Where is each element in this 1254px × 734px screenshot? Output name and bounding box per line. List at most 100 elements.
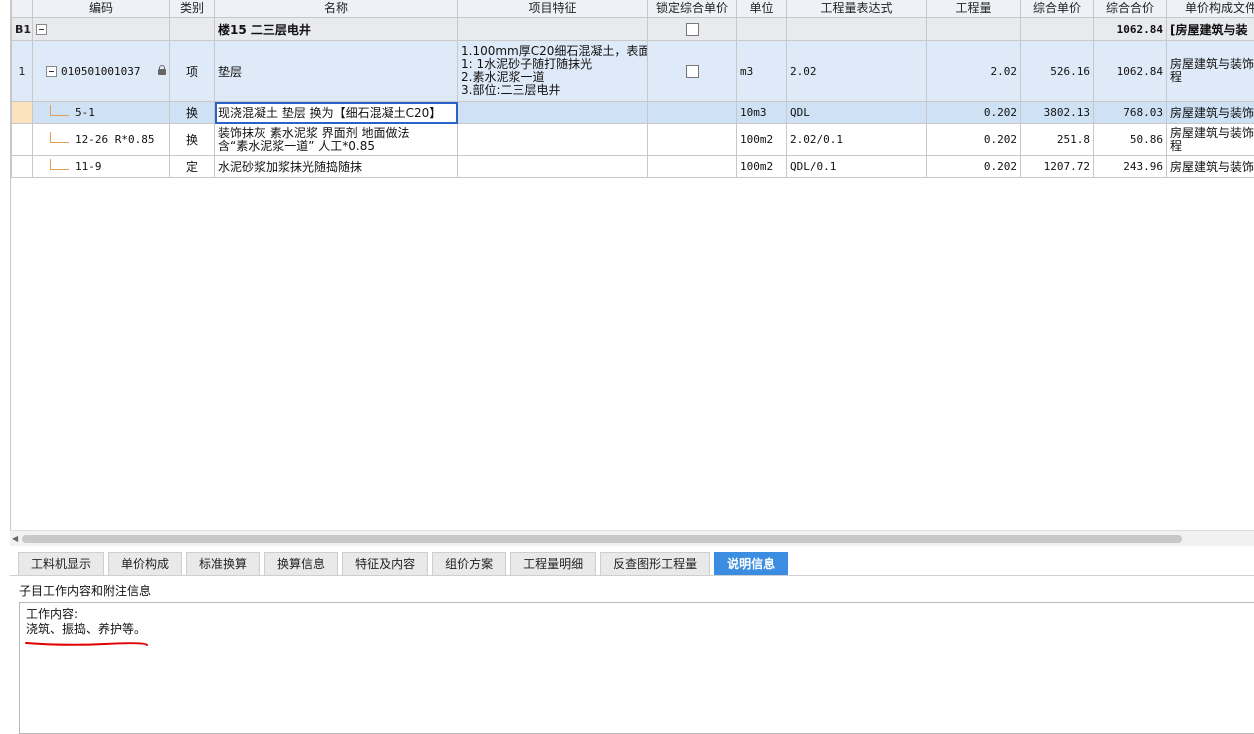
tree-connector bbox=[50, 105, 69, 116]
name-cell-editing[interactable]: 现浇混凝土 垫层 换为【细石混凝土C20】 bbox=[215, 102, 458, 124]
feature-cell[interactable] bbox=[458, 156, 648, 178]
lock-cell bbox=[648, 102, 737, 124]
code-text: 12-26 R*0.85 bbox=[75, 133, 154, 146]
name-cell[interactable]: 垫层 bbox=[215, 41, 458, 102]
unit-cell: 100m2 bbox=[737, 124, 787, 156]
bill-table: 编码 类别 名称 项目特征 锁定综合单价 单位 工程量表达式 工程量 综合单价 … bbox=[11, 0, 1254, 178]
tab-reverse-lookup[interactable]: 反查图形工程量 bbox=[600, 552, 710, 575]
lock-cell bbox=[648, 124, 737, 156]
group-total: 1062.84 bbox=[1094, 18, 1167, 41]
price-cell: 1207.72 bbox=[1021, 156, 1094, 178]
feature-cell[interactable]: 1.100mm厚C20细石混凝土，表面撒 1: 1水泥砂子随打随抹光 2.素水泥… bbox=[458, 41, 648, 102]
price-cell: 3802.13 bbox=[1021, 102, 1094, 124]
tab-labor-material[interactable]: 工料机显示 bbox=[18, 552, 104, 575]
qty-cell: 0.202 bbox=[927, 156, 1021, 178]
col-price[interactable]: 综合单价 bbox=[1021, 0, 1094, 18]
row-number bbox=[12, 156, 33, 178]
lock-price-checkbox[interactable] bbox=[686, 23, 699, 36]
price-cell: 526.16 bbox=[1021, 41, 1094, 102]
file-cell: 房屋建筑与装饰 程 bbox=[1167, 41, 1254, 102]
collapse-icon[interactable] bbox=[36, 24, 47, 35]
lock-price-checkbox[interactable] bbox=[686, 65, 699, 78]
expr-cell[interactable]: QDL bbox=[787, 102, 927, 124]
qty-cell: 0.202 bbox=[927, 124, 1021, 156]
col-feature[interactable]: 项目特征 bbox=[458, 0, 648, 18]
col-qty[interactable]: 工程量 bbox=[927, 0, 1021, 18]
group-row[interactable]: B1 楼15 二三层电井 1062.84 [房屋建筑与装 bbox=[12, 18, 1254, 41]
qty-cell: 2.02 bbox=[927, 41, 1021, 102]
expr-cell[interactable]: QDL/0.1 bbox=[787, 156, 927, 178]
group-collapse-cell[interactable] bbox=[33, 18, 170, 41]
scrollbar-thumb[interactable] bbox=[22, 535, 1182, 543]
tab-standard-conversion[interactable]: 标准换算 bbox=[186, 552, 260, 575]
code-cell[interactable]: 010501001037 bbox=[33, 41, 170, 102]
code-cell[interactable]: 12-26 R*0.85 bbox=[33, 124, 170, 156]
row-number bbox=[12, 124, 33, 156]
note-textarea[interactable]: 工作内容: 浇筑、振捣、养护等。 bbox=[19, 602, 1254, 734]
collapse-icon[interactable] bbox=[46, 66, 57, 77]
expr-cell[interactable]: 2.02 bbox=[787, 41, 927, 102]
feature-cell[interactable] bbox=[458, 102, 648, 124]
col-total[interactable]: 综合合价 bbox=[1094, 0, 1167, 18]
lock-cell bbox=[648, 156, 737, 178]
scroll-left-icon[interactable]: ◀ bbox=[12, 534, 18, 543]
tab-conversion-info[interactable]: 换算信息 bbox=[264, 552, 338, 575]
col-code[interactable]: 编码 bbox=[33, 0, 170, 18]
type-cell: 定 bbox=[170, 156, 215, 178]
table-row[interactable]: 1 010501001037 项 垫层 1.100mm厚C20细石混凝土，表面撒… bbox=[12, 41, 1254, 102]
unit-cell: m3 bbox=[737, 41, 787, 102]
code-cell[interactable]: 11-9 bbox=[33, 156, 170, 178]
bottom-tab-bar: 工料机显示 单价构成 标准换算 换算信息 特征及内容 组价方案 工程量明细 反查… bbox=[18, 552, 792, 575]
total-cell: 50.86 bbox=[1094, 124, 1167, 156]
lock-cell[interactable] bbox=[648, 41, 737, 102]
red-underline-annotation bbox=[25, 638, 155, 648]
unit-cell: 100m2 bbox=[737, 156, 787, 178]
col-file[interactable]: 单价构成文件 bbox=[1167, 0, 1254, 18]
unit-cell: 10m3 bbox=[737, 102, 787, 124]
col-unit[interactable]: 单位 bbox=[737, 0, 787, 18]
type-cell bbox=[170, 18, 215, 41]
col-type[interactable]: 类别 bbox=[170, 0, 215, 18]
tab-features[interactable]: 特征及内容 bbox=[342, 552, 428, 575]
lock-cell[interactable] bbox=[648, 18, 737, 41]
bill-grid[interactable]: 编码 类别 名称 项目特征 锁定综合单价 单位 工程量表达式 工程量 综合单价 … bbox=[10, 0, 1254, 530]
tab-quantity-detail[interactable]: 工程量明细 bbox=[510, 552, 596, 575]
feature-cell[interactable] bbox=[458, 124, 648, 156]
type-cell: 项 bbox=[170, 41, 215, 102]
code-cell[interactable]: 5-1 bbox=[33, 102, 170, 124]
lock-icon bbox=[158, 69, 166, 75]
qty-cell: 0.202 bbox=[927, 102, 1021, 124]
col-expr[interactable]: 工程量表达式 bbox=[787, 0, 927, 18]
horizontal-scrollbar[interactable]: ◀ bbox=[10, 530, 1254, 546]
table-row[interactable]: 12-26 R*0.85 换 装饰抹灰 素水泥浆 界面剂 地面做法 含“素水泥浆… bbox=[12, 124, 1254, 156]
file-cell: 房屋建筑与装饰 bbox=[1167, 102, 1254, 124]
tab-description[interactable]: 说明信息 bbox=[714, 552, 788, 575]
col-lock-price[interactable]: 锁定综合单价 bbox=[648, 0, 737, 18]
file-cell: 房屋建筑与装饰 程 bbox=[1167, 124, 1254, 156]
note-line-1: 工作内容: bbox=[26, 607, 146, 622]
left-gutter bbox=[0, 0, 10, 729]
group-file: [房屋建筑与装 bbox=[1167, 18, 1254, 41]
feature-cell bbox=[458, 18, 648, 41]
expr-cell[interactable]: 2.02/0.1 bbox=[787, 124, 927, 156]
name-cell[interactable]: 装饰抹灰 素水泥浆 界面剂 地面做法 含“素水泥浆一道” 人工*0.85 bbox=[215, 124, 458, 156]
type-cell: 换 bbox=[170, 102, 215, 124]
tab-unit-price[interactable]: 单价构成 bbox=[108, 552, 182, 575]
row-number: 1 bbox=[12, 41, 33, 102]
row-number bbox=[12, 102, 33, 124]
tab-pricing-plan[interactable]: 组价方案 bbox=[432, 552, 506, 575]
group-name: 楼15 二三层电井 bbox=[215, 18, 458, 41]
tree-connector bbox=[50, 132, 69, 143]
header-row: 编码 类别 名称 项目特征 锁定综合单价 单位 工程量表达式 工程量 综合单价 … bbox=[12, 0, 1254, 18]
file-cell: 房屋建筑与装饰 bbox=[1167, 156, 1254, 178]
code-text: 5-1 bbox=[75, 106, 95, 119]
name-cell[interactable]: 水泥砂浆加浆抹光随捣随抹 bbox=[215, 156, 458, 178]
price-cell: 251.8 bbox=[1021, 124, 1094, 156]
type-cell: 换 bbox=[170, 124, 215, 156]
tab-divider bbox=[10, 575, 1254, 576]
code-text: 010501001037 bbox=[61, 65, 140, 78]
table-row-selected[interactable]: 5-1 换 现浇混凝土 垫层 换为【细石混凝土C20】 10m3 QDL 0.2… bbox=[12, 102, 1254, 124]
col-name[interactable]: 名称 bbox=[215, 0, 458, 18]
note-content: 工作内容: 浇筑、振捣、养护等。 bbox=[26, 607, 146, 637]
table-row[interactable]: 11-9 定 水泥砂浆加浆抹光随捣随抹 100m2 QDL/0.1 0.202 … bbox=[12, 156, 1254, 178]
